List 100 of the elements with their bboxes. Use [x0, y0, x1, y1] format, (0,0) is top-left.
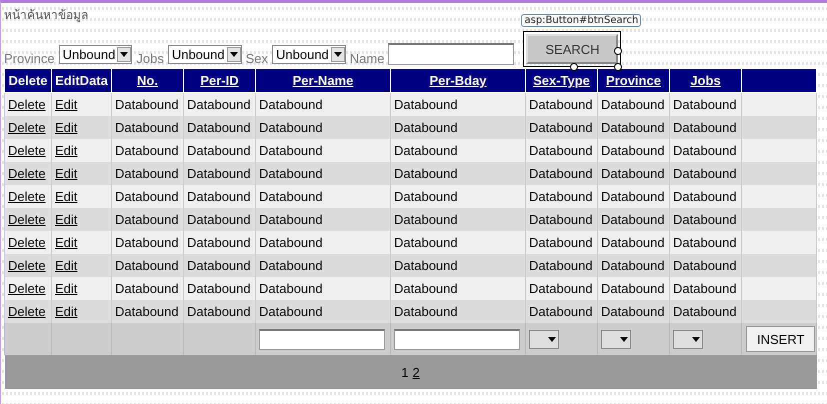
- table-cell: Databound: [259, 281, 323, 296]
- table-cell: Databound: [115, 235, 179, 250]
- insert-button[interactable]: INSERT: [746, 326, 816, 352]
- table-cell: Databound: [187, 166, 251, 181]
- table-cell: Databound: [529, 258, 593, 273]
- table-cell: Databound: [259, 166, 323, 181]
- table-cell: Databound: [394, 120, 458, 135]
- page-title: หน้าค้นหาข้อมูล: [4, 8, 88, 22]
- table-cell: Databound: [394, 97, 458, 112]
- edit-link[interactable]: Edit: [55, 258, 78, 273]
- table-cell: Databound: [601, 212, 665, 227]
- table-cell: Databound: [259, 120, 323, 135]
- table-cell: Databound: [259, 235, 323, 250]
- delete-link[interactable]: Delete: [8, 143, 46, 158]
- table-cell: Databound: [673, 120, 737, 135]
- column-header[interactable]: Sex-Type: [526, 69, 598, 92]
- page-link[interactable]: 2: [412, 364, 420, 380]
- table-cell: Databound: [601, 235, 665, 250]
- table-cell: Databound: [601, 166, 665, 181]
- table-cell: Databound: [394, 235, 458, 250]
- delete-link[interactable]: Delete: [8, 304, 46, 319]
- filter-label: Jobs: [136, 51, 164, 66]
- delete-link[interactable]: Delete: [8, 258, 46, 273]
- edit-link[interactable]: Edit: [55, 97, 78, 112]
- edit-link[interactable]: Edit: [55, 281, 78, 296]
- table-cell: Databound: [673, 235, 737, 250]
- table-cell: Databound: [115, 143, 179, 158]
- edit-link[interactable]: Edit: [55, 235, 78, 250]
- designer-tag: asp:Button#btnSearch: [521, 14, 642, 27]
- delete-link[interactable]: Delete: [8, 120, 46, 135]
- table-cell: Databound: [529, 143, 593, 158]
- column-header[interactable]: Per-Name: [256, 69, 390, 92]
- table-cell: Databound: [394, 212, 458, 227]
- column-header[interactable]: Jobs: [670, 69, 742, 92]
- table-cell: Databound: [259, 304, 323, 319]
- edit-link[interactable]: Edit: [55, 143, 78, 158]
- table-cell: Databound: [259, 258, 323, 273]
- table-cell: Databound: [394, 258, 458, 273]
- column-header[interactable]: No.: [112, 69, 184, 92]
- table-cell: Databound: [673, 212, 737, 227]
- table-cell: Databound: [394, 281, 458, 296]
- table-cell: Databound: [187, 258, 251, 273]
- table-cell: Databound: [601, 97, 665, 112]
- sex-dropdown[interactable]: [529, 330, 559, 348]
- table-cell: Databound: [529, 304, 593, 319]
- column-header: Delete: [4, 69, 52, 92]
- table-cell: Databound: [187, 189, 251, 204]
- table-cell: Databound: [601, 304, 665, 319]
- birthday-input-field[interactable]: [394, 328, 520, 350]
- filter-label: Sex: [246, 51, 268, 66]
- table-cell: Databound: [601, 258, 665, 273]
- table-cell: Databound: [601, 120, 665, 135]
- name-input-field[interactable]: [259, 328, 385, 350]
- delete-link[interactable]: Delete: [8, 189, 46, 204]
- province-dropdown[interactable]: [601, 330, 631, 348]
- column-header[interactable]: Per-ID: [184, 69, 256, 92]
- edit-link[interactable]: Edit: [55, 120, 78, 135]
- table-cell: Databound: [601, 189, 665, 204]
- dropdown-arrow-icon: [548, 336, 556, 342]
- table-cell: Databound: [394, 189, 458, 204]
- table-cell: Databound: [115, 304, 179, 319]
- table-cell: Databound: [529, 166, 593, 181]
- table-cell: Databound: [259, 143, 323, 158]
- search-button[interactable]: SEARCH: [526, 34, 618, 64]
- table-cell: Databound: [673, 166, 737, 181]
- delete-link[interactable]: Delete: [8, 281, 46, 296]
- filter-label: Province: [4, 51, 55, 66]
- edit-link[interactable]: Edit: [55, 212, 78, 227]
- table-cell: Databound: [187, 304, 251, 319]
- filter-dropdown[interactable]: Unbound: [272, 45, 346, 64]
- delete-link[interactable]: Delete: [8, 166, 46, 181]
- column-header[interactable]: Per-Bday: [390, 69, 526, 92]
- table-cell: Databound: [673, 97, 737, 112]
- table-cell: Databound: [673, 281, 737, 296]
- dropdown-arrow-icon: [120, 52, 128, 57]
- edit-link[interactable]: Edit: [55, 166, 78, 181]
- filter-label: Name: [350, 51, 384, 66]
- filter-dropdown[interactable]: Unbound: [58, 45, 132, 64]
- jobs-dropdown[interactable]: [673, 330, 703, 348]
- dropdown-arrow-icon: [334, 52, 342, 57]
- table-cell: Databound: [394, 143, 458, 158]
- table-cell: Databound: [529, 281, 593, 296]
- name-input-field[interactable]: [388, 43, 514, 65]
- delete-link[interactable]: Delete: [8, 97, 46, 112]
- table-cell: Databound: [115, 166, 179, 181]
- edit-link[interactable]: Edit: [55, 304, 78, 319]
- table-cell: Databound: [115, 97, 179, 112]
- table-cell: Databound: [115, 212, 179, 227]
- table-cell: Databound: [115, 189, 179, 204]
- filter-dropdown[interactable]: Unbound: [168, 45, 242, 64]
- delete-link[interactable]: Delete: [8, 212, 46, 227]
- column-header: EditData: [52, 69, 112, 92]
- table-cell: Databound: [601, 143, 665, 158]
- edit-link[interactable]: Edit: [55, 189, 78, 204]
- column-header[interactable]: Province: [598, 69, 670, 92]
- page-link[interactable]: 1: [401, 364, 408, 380]
- table-cell: Databound: [187, 235, 251, 250]
- delete-link[interactable]: Delete: [8, 235, 46, 250]
- table-cell: Databound: [673, 304, 737, 319]
- table-cell: Databound: [673, 258, 737, 273]
